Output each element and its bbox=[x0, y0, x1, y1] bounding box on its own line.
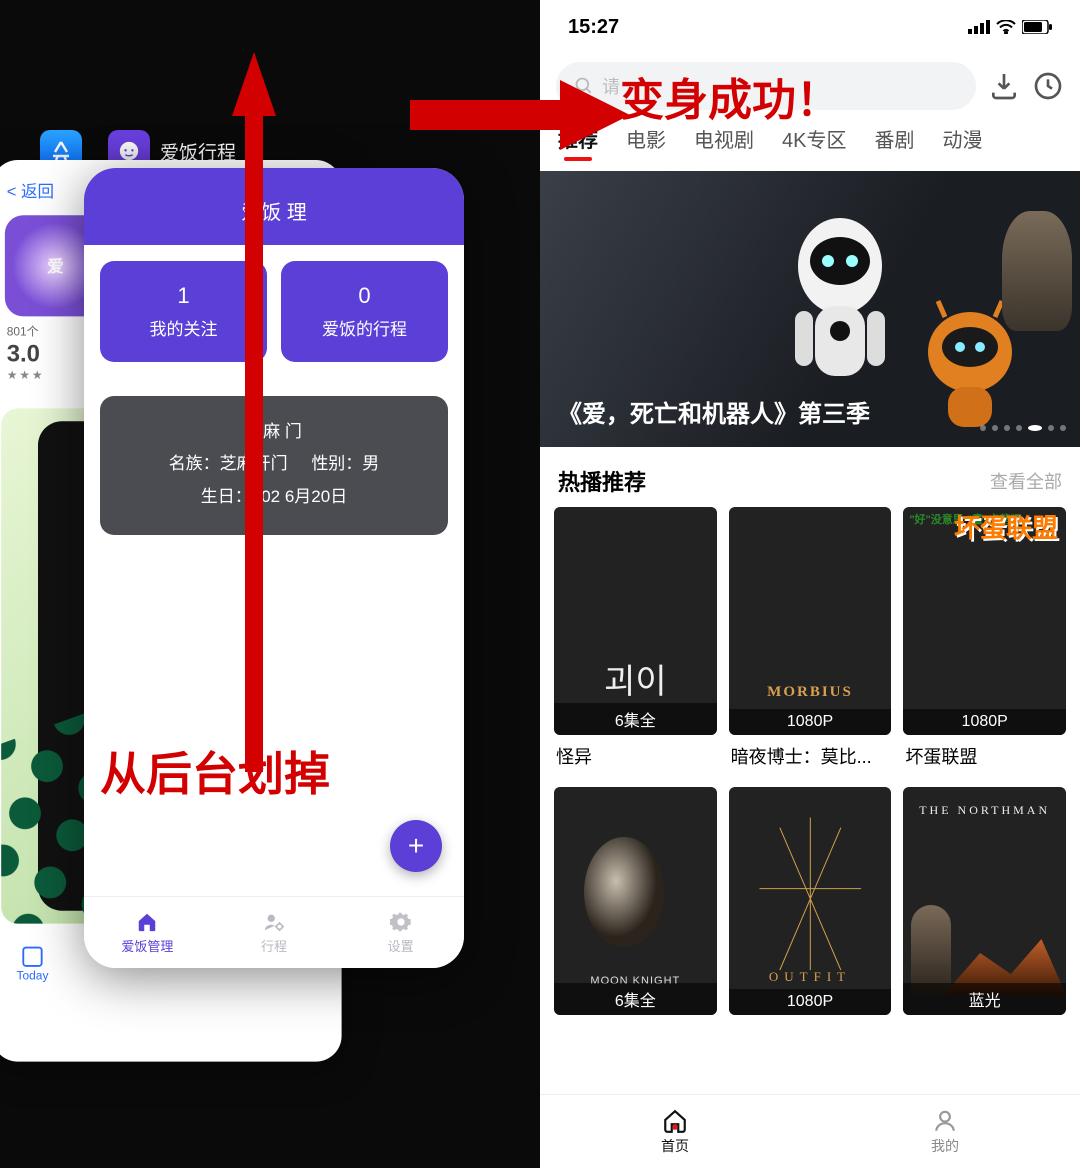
right-screenshot: 15:27 请 变身成功！ 推荐 电影 电视剧 4K专区 番剧 动漫 bbox=[540, 0, 1080, 1168]
poster-card[interactable]: MOON KNIGHT 6集全 bbox=[554, 787, 717, 1015]
tab-4k[interactable]: 4K专区 bbox=[782, 124, 846, 153]
banner-pagination-dots bbox=[980, 425, 1066, 431]
tab-anime-series[interactable]: 番剧 bbox=[874, 124, 914, 153]
poster-card[interactable]: "好"没意思 "畫"点萌吧 坏蛋联盟 1080P 坏蛋联盟 bbox=[903, 507, 1066, 769]
banner-robot-white bbox=[770, 211, 910, 411]
tab-movies[interactable]: 电影 bbox=[626, 124, 666, 153]
poster-title: 怪异 bbox=[554, 735, 717, 769]
poster-badge: 6集全 bbox=[554, 983, 717, 1015]
tab-recommend[interactable]: 推荐 bbox=[558, 124, 598, 153]
annotation-transform-success: 变身成功！ bbox=[620, 64, 840, 128]
left-screenshot: 爱饭行程 < 返回 爱 801个 3.0 ★★★ Today 爱饭 理 1 我的… bbox=[0, 0, 540, 1168]
switcher-card-front[interactable]: 爱饭 理 1 我的关注 0 爱饭的行程 芝麻 门 名族：芝麻开门 性别：男 生日… bbox=[84, 168, 464, 968]
poster-row-1: 괴이 6集全 怪异 MORBIUS 1080P 暗夜博士：莫比... "好"没意… bbox=[540, 507, 1080, 769]
poster-badge: 1080P bbox=[729, 709, 892, 735]
poster-title: 暗夜博士：莫比... bbox=[729, 735, 892, 769]
section-header: 热播推荐 查看全部 bbox=[540, 447, 1080, 507]
battery-icon bbox=[1022, 20, 1052, 34]
poster-card[interactable]: 괴이 6集全 怪异 bbox=[554, 507, 717, 769]
poster-badge: 蓝光 bbox=[903, 983, 1066, 1015]
poster-badge: 6集全 bbox=[554, 703, 717, 735]
signal-icon bbox=[968, 20, 990, 34]
nav-home[interactable]: 首页 bbox=[540, 1095, 810, 1168]
poster-title: 坏蛋联盟 bbox=[903, 735, 1066, 769]
person-icon bbox=[932, 1108, 958, 1134]
front-card-tabbar: 爱饭管理 行程 设置 bbox=[84, 896, 464, 968]
search-icon bbox=[574, 76, 594, 96]
stat-following[interactable]: 1 我的关注 bbox=[100, 261, 267, 362]
section-title: 热播推荐 bbox=[558, 465, 646, 497]
poster-image: MORBIUS 1080P bbox=[729, 507, 892, 735]
poster-card[interactable]: OUTFIT 1080P bbox=[729, 787, 892, 1015]
status-time: 15:27 bbox=[568, 16, 619, 39]
see-all-link[interactable]: 查看全部 bbox=[990, 468, 1062, 494]
tab-anime[interactable]: 动漫 bbox=[942, 124, 982, 153]
poster-card[interactable]: MORBIUS 1080P 暗夜博士：莫比... bbox=[729, 507, 892, 769]
today-icon bbox=[22, 947, 42, 967]
poster-badge: 1080P bbox=[729, 989, 892, 1015]
poster-card[interactable]: THE NORTHMAN 蓝光 bbox=[903, 787, 1066, 1015]
front-card-info: 芝麻 门 名族：芝麻开门 性别：男 生日：202 6月20日 bbox=[100, 396, 448, 535]
hero-banner[interactable]: 《爱，死亡和机器人》第三季 bbox=[540, 171, 1080, 447]
poster-image: THE NORTHMAN 蓝光 bbox=[903, 787, 1066, 1015]
annotation-swipe-away: 从后台划掉 bbox=[100, 738, 330, 804]
tab-settings[interactable]: 设置 bbox=[337, 897, 464, 968]
fab-add-button[interactable]: + bbox=[390, 820, 442, 872]
tab-trips[interactable]: 行程 bbox=[211, 897, 338, 968]
home-icon bbox=[136, 911, 158, 933]
bottom-nav: 首页 我的 bbox=[540, 1094, 1080, 1168]
poster-image: MOON KNIGHT 6集全 bbox=[554, 787, 717, 1015]
home-icon bbox=[662, 1108, 688, 1134]
tab-tv[interactable]: 电视剧 bbox=[694, 124, 754, 153]
banner-cat bbox=[1002, 211, 1072, 331]
wifi-icon bbox=[996, 20, 1016, 34]
poster-image: 괴이 6集全 bbox=[554, 507, 717, 735]
poster-badge: 1080P bbox=[903, 709, 1066, 735]
stat-trips[interactable]: 0 爱饭的行程 bbox=[281, 261, 448, 362]
back-card-today-tab[interactable]: Today bbox=[5, 947, 60, 983]
history-icon[interactable] bbox=[1032, 70, 1064, 102]
download-icon[interactable] bbox=[988, 70, 1020, 102]
front-card-stats: 1 我的关注 0 爱饭的行程 bbox=[100, 261, 448, 362]
poster-image: "好"没意思 "畫"点萌吧 坏蛋联盟 1080P bbox=[903, 507, 1066, 735]
tab-aifan-manage[interactable]: 爱饭管理 bbox=[84, 897, 211, 968]
gear-icon bbox=[390, 911, 412, 933]
nav-mine[interactable]: 我的 bbox=[810, 1095, 1080, 1168]
front-card-header: 爱饭 理 bbox=[84, 168, 464, 245]
poster-row-2: MOON KNIGHT 6集全 OUTFIT 1080P THE NORTHMA… bbox=[540, 787, 1080, 1015]
status-bar: 15:27 bbox=[540, 0, 1080, 54]
banner-title: 《爱，死亡和机器人》第三季 bbox=[558, 394, 870, 429]
poster-image: OUTFIT 1080P bbox=[729, 787, 892, 1015]
person-gear-icon bbox=[263, 911, 285, 933]
